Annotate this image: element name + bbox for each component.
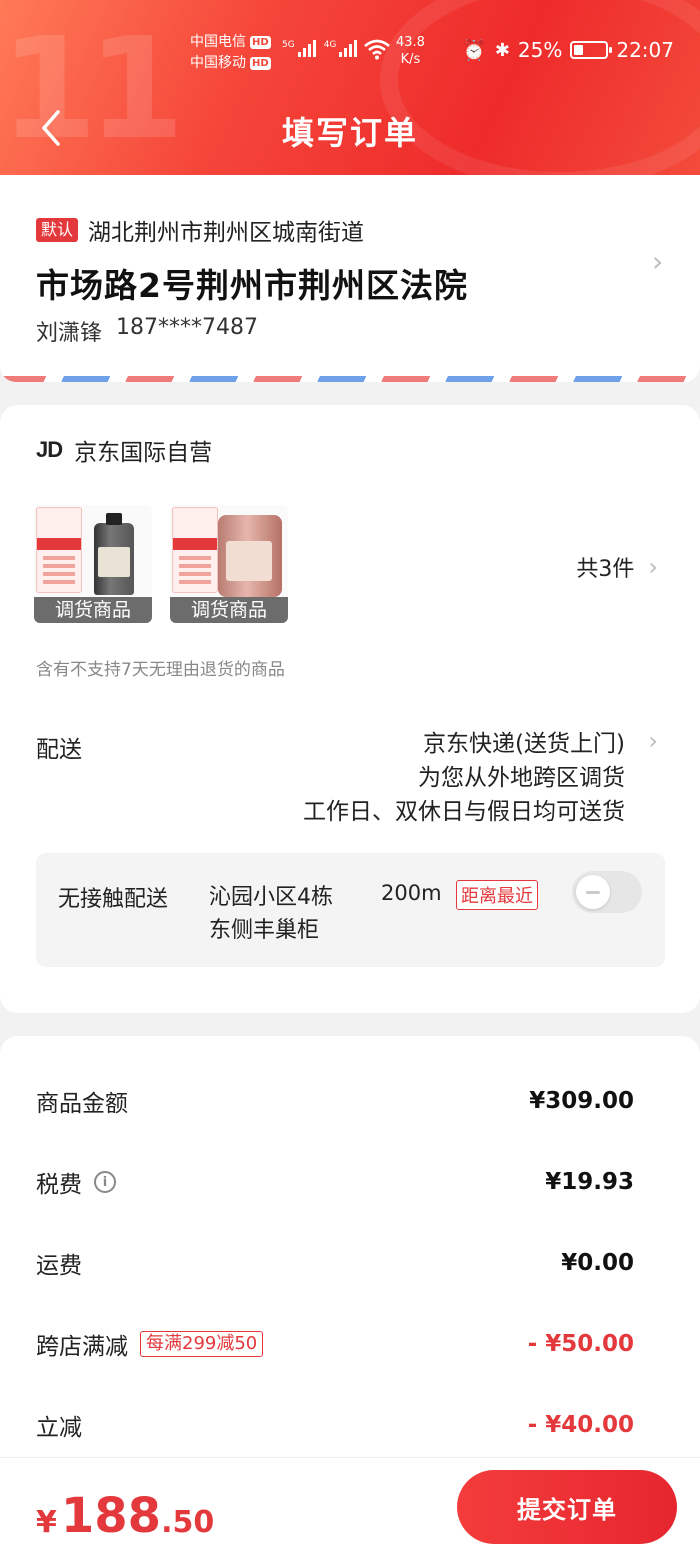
- price-row-tax: 税费 i ¥19.93: [36, 1162, 634, 1202]
- delivery-note: 为您从外地跨区调货: [418, 765, 625, 791]
- currency-symbol: ¥: [36, 1505, 57, 1540]
- price-row-cross-store-discount: 跨店满减 每满299减50 - ¥50.00: [36, 1324, 634, 1364]
- hd-badge: HD: [250, 36, 271, 49]
- motor-oil-bottle-icon: [94, 513, 134, 595]
- toggle-knob: [576, 875, 610, 909]
- promo-banner-image: [172, 507, 218, 593]
- signal-5g-icon: 5G: [282, 40, 316, 57]
- price-value: ¥309.00: [529, 1088, 634, 1114]
- price-value: - ¥40.00: [527, 1412, 634, 1438]
- address-region-row: 默认 湖北荆州市荆州区城南街道: [36, 213, 364, 247]
- no-return-notice: 含有不支持7天无理由退货的商品: [36, 660, 285, 680]
- info-icon[interactable]: i: [94, 1171, 116, 1193]
- locker-distance: 200m: [381, 881, 442, 905]
- price-label: 立减: [36, 1415, 82, 1441]
- contactless-label: 无接触配送: [58, 887, 169, 912]
- carrier-1: 中国电信: [190, 34, 246, 50]
- total-decimal: .50: [161, 1505, 215, 1540]
- chevron-right-icon[interactable]: ›: [652, 245, 666, 278]
- signal-icons: 5G 4G: [282, 40, 358, 57]
- battery-icon: [570, 41, 613, 59]
- chevron-right-icon: ›: [648, 553, 658, 581]
- recipient-phone: 187****7487: [116, 315, 258, 340]
- recipient-row: 刘潇锋 187****7487: [36, 315, 258, 347]
- price-label: 税费: [36, 1172, 82, 1198]
- contactless-toggle[interactable]: [572, 871, 642, 913]
- shop-header: JD 京东国际自营: [36, 433, 212, 467]
- address-card[interactable]: 默认 湖北荆州市荆州区城南街道 市场路2号荆州市荆州区法院 刘潇锋 187***…: [0, 175, 700, 382]
- network-speed: 43.8 K/s: [396, 35, 425, 67]
- nearest-tag: 距离最近: [456, 880, 538, 910]
- price-label: 商品金额: [36, 1091, 128, 1117]
- clock: 22:07: [616, 38, 674, 62]
- status-right: ⏰ ✱ 25% 22:07: [462, 38, 674, 62]
- product-caption: 调货商品: [170, 597, 288, 623]
- checkout-bar: ¥ 188 .50 提交订单: [0, 1457, 700, 1555]
- price-value: - ¥50.00: [527, 1331, 634, 1357]
- delivery-info[interactable]: 京东快递(送货上门) 为您从外地跨区调货 工作日、双休日与假日均可送货: [303, 727, 625, 829]
- shop-name: 京东国际自营: [74, 440, 213, 466]
- bluetooth-icon: ✱: [494, 39, 510, 61]
- price-value: ¥19.93: [545, 1169, 634, 1195]
- delivery-schedule: 工作日、双休日与假日均可送货: [303, 799, 625, 825]
- status-bar: 中国电信 HD 中国移动 HD 5G 4G 43.8 K/s ⏰ ✱ 25% 22:…: [0, 28, 700, 78]
- submit-order-button[interactable]: 提交订单: [457, 1470, 677, 1544]
- default-tag: 默认: [36, 218, 79, 242]
- carrier-info: 中国电信 HD 中国移动 HD: [190, 32, 271, 74]
- promo-banner-image: [36, 507, 82, 593]
- airmail-border: [0, 376, 700, 382]
- price-row-shipping: 运费 ¥0.00: [36, 1243, 634, 1283]
- contactless-delivery-panel: 无接触配送 沁园小区4栋 东侧丰巢柜 200m 距离最近: [36, 853, 665, 967]
- product-thumbnail[interactable]: 调货商品: [170, 505, 288, 623]
- alarm-icon: ⏰: [461, 38, 487, 62]
- chevron-right-icon[interactable]: ›: [648, 727, 658, 755]
- locker-location: 沁园小区4栋 东侧丰巢柜: [209, 885, 333, 943]
- jd-logo-icon: JD: [36, 437, 63, 462]
- total-integer: 188: [60, 1488, 162, 1544]
- item-count: 共3件: [576, 557, 635, 582]
- motor-oil-can-icon: [218, 515, 282, 597]
- shop-card: JD 京东国际自营 调货商品 调货商品 共3件 › 含有不支持7天无理由退货的商…: [0, 405, 700, 1013]
- recipient-name: 刘潇锋: [36, 321, 103, 346]
- page-title: 填写订单: [281, 114, 418, 152]
- address-detail: 市场路2号荆州市荆州区法院: [36, 266, 468, 305]
- discount-rule-tag: 每满299减50: [140, 1331, 264, 1357]
- header: 11 中国电信 HD 中国移动 HD 5G 4G 43.8 K/s ⏰ ✱ 25…: [0, 0, 700, 175]
- wifi-icon: [364, 38, 390, 66]
- signal-4g-icon: 4G: [324, 40, 358, 57]
- price-row-subtotal: 商品金额 ¥309.00: [36, 1081, 634, 1121]
- price-row-instant-discount: 立减 - ¥40.00: [36, 1405, 634, 1445]
- delivery-method: 京东快递(送货上门): [423, 731, 625, 757]
- hd-badge: HD: [250, 57, 271, 70]
- order-total: ¥ 188 .50: [36, 1488, 214, 1544]
- price-label: 跨店满减: [36, 1334, 128, 1360]
- battery-percent: 25%: [517, 38, 563, 62]
- product-caption: 调货商品: [34, 597, 152, 623]
- delivery-label: 配送: [36, 737, 82, 763]
- carrier-2: 中国移动: [190, 55, 246, 71]
- price-value: ¥0.00: [561, 1250, 634, 1276]
- address-region: 湖北荆州市荆州区城南街道: [88, 220, 365, 246]
- product-thumbnail[interactable]: 调货商品: [34, 505, 152, 623]
- item-count-link[interactable]: 共3件 ›: [576, 551, 658, 583]
- price-label: 运费: [36, 1253, 82, 1279]
